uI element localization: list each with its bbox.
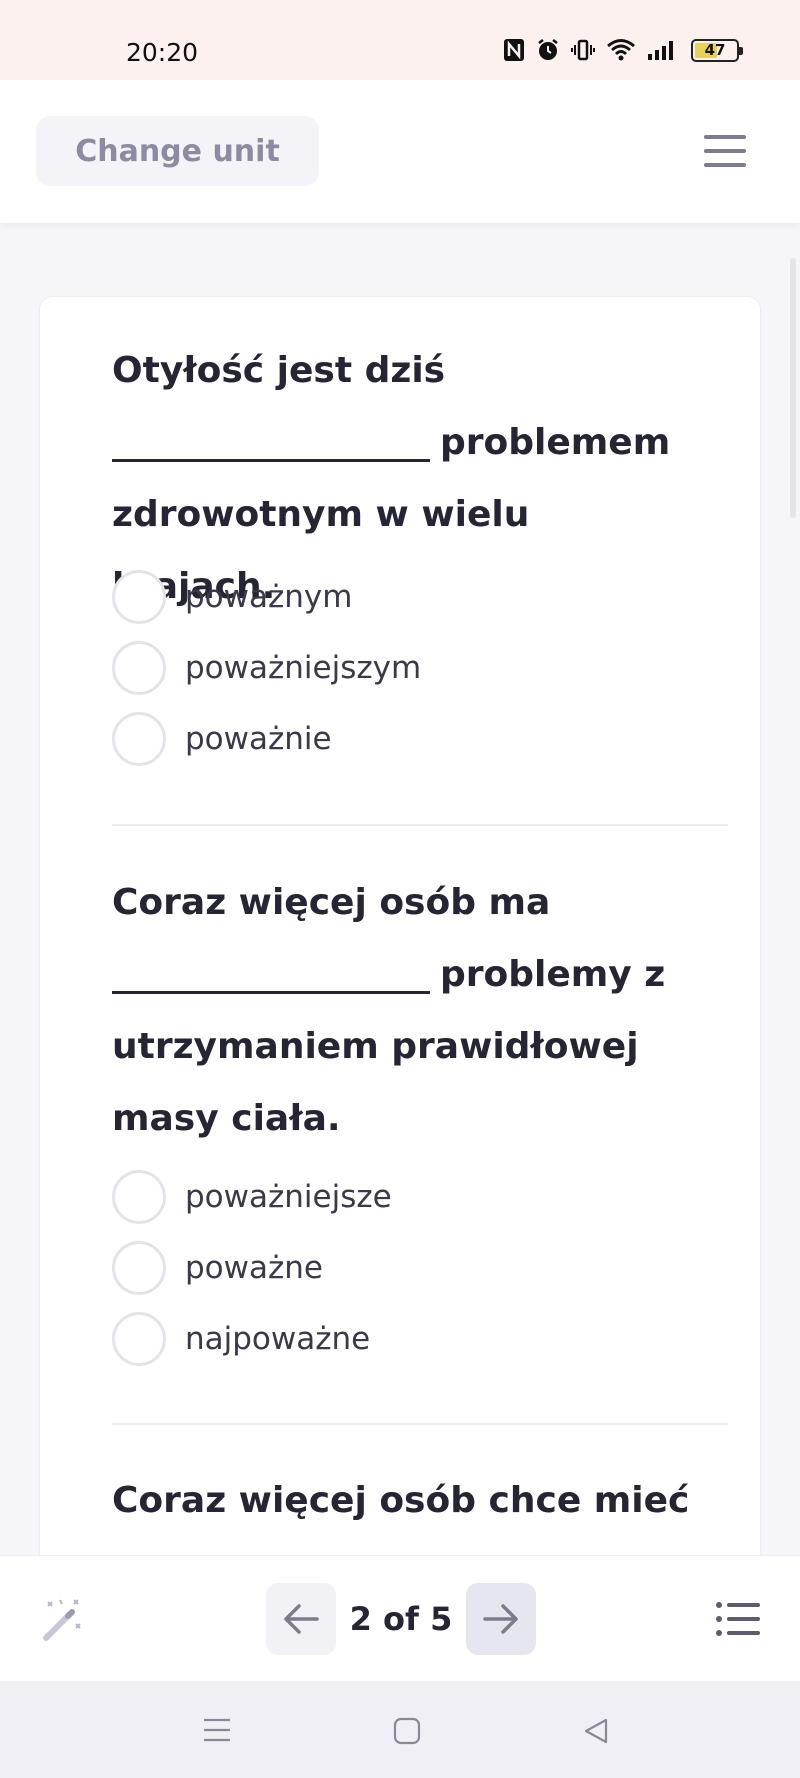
wifi-icon xyxy=(607,39,635,61)
hamburger-menu-icon[interactable] xyxy=(704,135,746,167)
question-line-after-blank: problemem xyxy=(440,422,671,463)
magic-wand-icon[interactable] xyxy=(38,1596,86,1644)
alarm-icon xyxy=(538,39,558,60)
answer-option[interactable]: poważne xyxy=(112,1241,323,1295)
question-line: utrzymaniem prawidłowej xyxy=(112,1026,639,1067)
option-label: poważne xyxy=(185,1250,323,1286)
vibrate-icon xyxy=(571,39,595,61)
exercise-card: Otyłość jest dziś problemem zdrowotnym w… xyxy=(39,296,761,1616)
answer-blank xyxy=(112,422,430,462)
answer-option[interactable]: poważniejszym xyxy=(112,641,421,695)
home-icon[interactable] xyxy=(392,1716,422,1746)
page-indicator: 2 of 5 xyxy=(349,1600,453,1638)
list-icon[interactable] xyxy=(716,1601,760,1637)
top-app-bar: Change unit xyxy=(0,80,800,223)
status-icons: 47 xyxy=(503,38,743,62)
question-line-after-blank: problemy z xyxy=(440,954,666,995)
option-label: poważnym xyxy=(185,579,353,615)
option-label: najpoważne xyxy=(185,1321,371,1357)
answer-blank xyxy=(112,954,430,994)
system-navigation-bar xyxy=(0,1681,800,1778)
back-icon[interactable] xyxy=(582,1717,610,1745)
radio-button[interactable] xyxy=(112,1241,166,1295)
battery-tip xyxy=(739,46,743,55)
question-text: Coraz więcej osób ma problemy z utrzyman… xyxy=(112,867,702,1155)
radio-button[interactable] xyxy=(112,570,166,624)
radio-button[interactable] xyxy=(112,712,166,766)
question-text: Coraz więcej osób chce mieć xyxy=(112,1465,702,1537)
option-label: poważniejsze xyxy=(185,1179,392,1215)
answer-option[interactable]: poważnym xyxy=(112,570,352,624)
change-unit-button[interactable]: Change unit xyxy=(36,116,319,186)
divider xyxy=(112,824,728,826)
option-label: poważnie xyxy=(185,721,332,757)
arrow-right-icon xyxy=(483,1604,518,1634)
previous-button[interactable] xyxy=(266,1583,336,1655)
question-line: Otyłość jest dziś xyxy=(112,350,446,391)
status-time: 20:20 xyxy=(126,38,199,67)
battery-icon: 47 xyxy=(691,38,743,62)
question-line: problemem xyxy=(112,407,702,479)
divider xyxy=(112,1423,728,1425)
question-line: Coraz więcej osób ma xyxy=(112,882,551,923)
option-label: poważniejszym xyxy=(185,650,422,686)
next-button[interactable] xyxy=(466,1583,536,1655)
question-line: masy ciała. xyxy=(112,1098,341,1139)
battery-level: 47 xyxy=(704,40,726,59)
status-bar: 20:20 47 xyxy=(0,0,800,80)
radio-button[interactable] xyxy=(112,1312,166,1366)
bottom-toolbar: 2 of 5 xyxy=(0,1555,800,1681)
nfc-icon xyxy=(504,39,524,61)
radio-button[interactable] xyxy=(112,1170,166,1224)
pager: 2 of 5 xyxy=(266,1583,536,1655)
arrow-left-icon xyxy=(284,1604,319,1634)
question-line: Coraz więcej osób chce mieć xyxy=(112,1480,690,1521)
signal-icon xyxy=(648,41,673,60)
radio-button[interactable] xyxy=(112,641,166,695)
question-line: problemy z xyxy=(112,939,702,1011)
recent-apps-icon[interactable] xyxy=(202,1717,232,1743)
answer-option[interactable]: poważnie xyxy=(112,712,332,766)
answer-option[interactable]: poważniejsze xyxy=(112,1170,392,1224)
answer-option[interactable]: najpoważne xyxy=(112,1312,370,1366)
scrollbar[interactable] xyxy=(790,258,796,518)
